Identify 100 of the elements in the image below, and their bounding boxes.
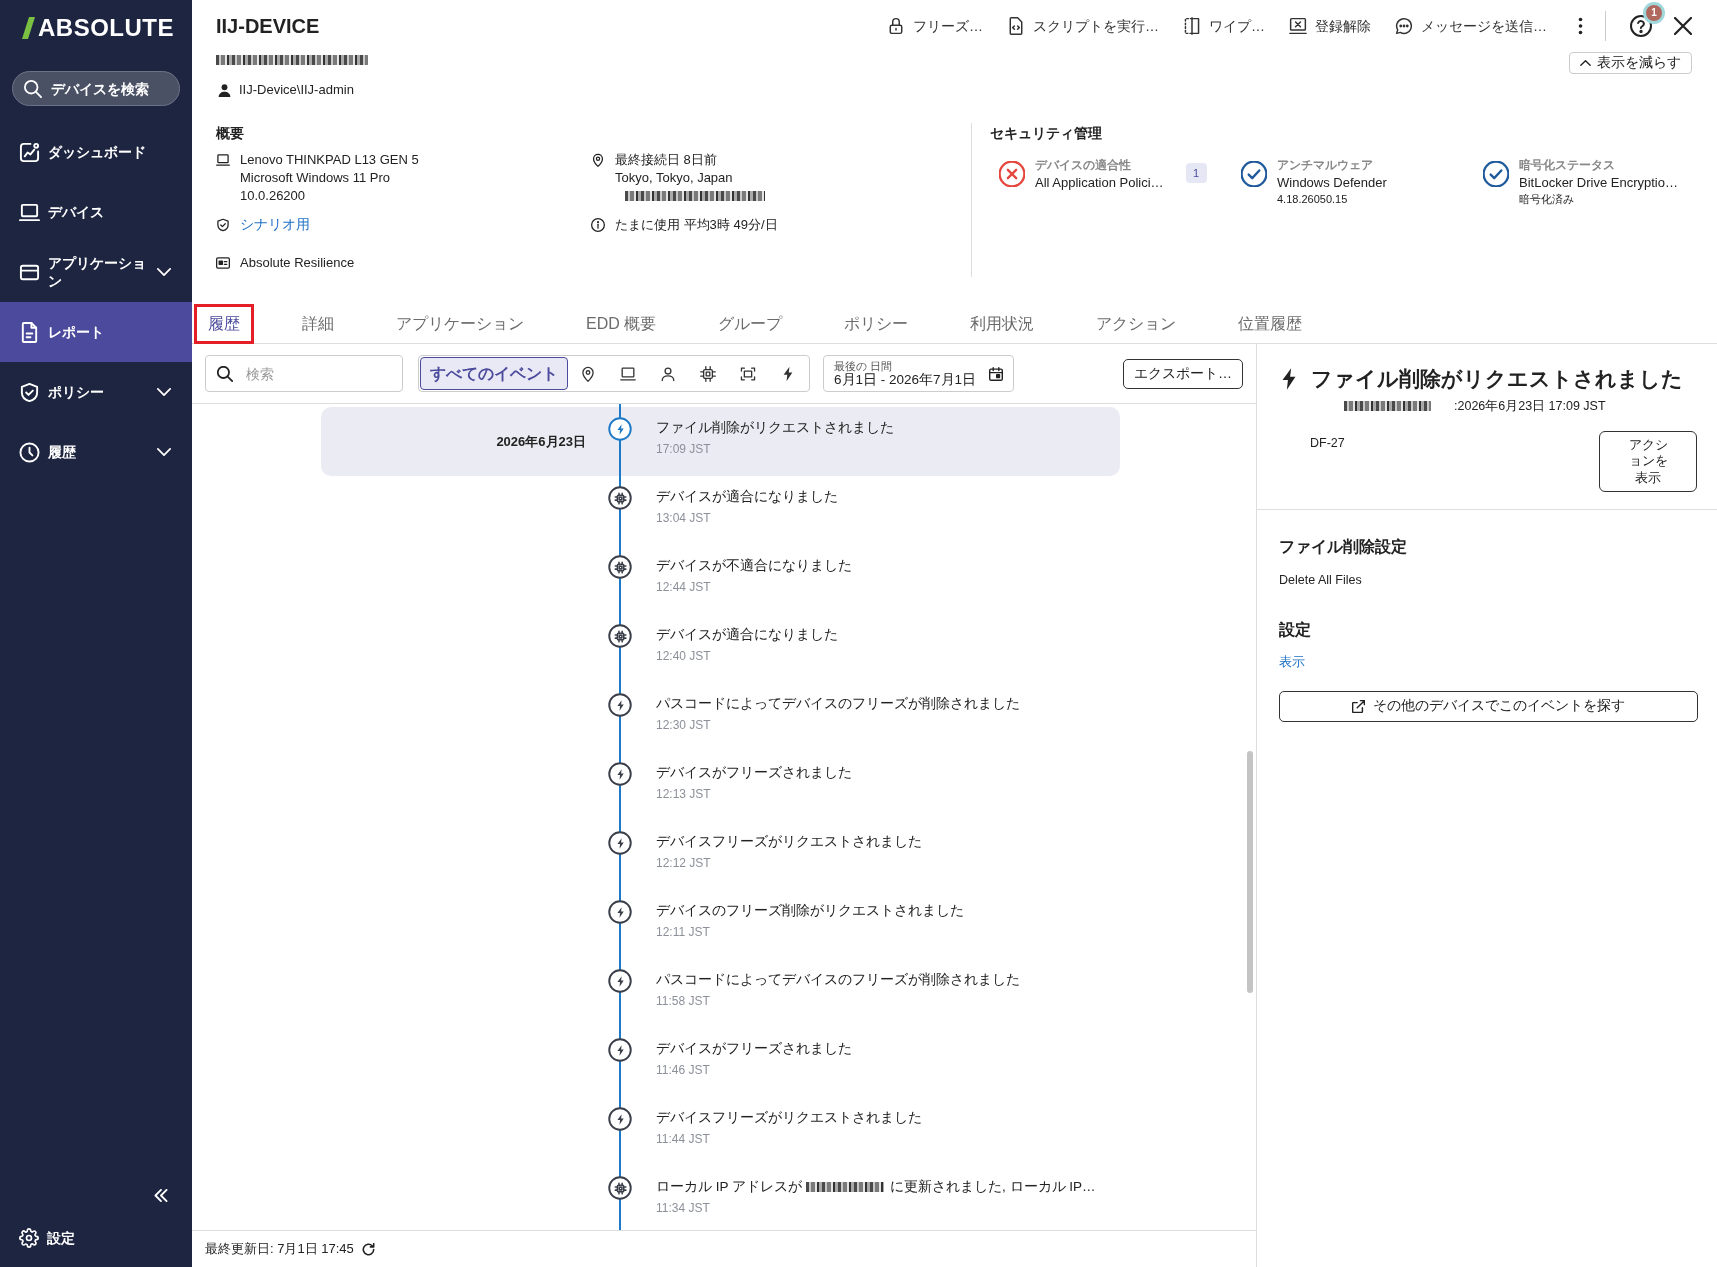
event-title: デバイスが適合になりました: [656, 488, 838, 506]
date-range-field[interactable]: 最後の 日間 6月1日 - 2026年7月1日: [823, 355, 1014, 392]
tab[interactable]: グループ: [704, 304, 797, 344]
close-icon: [1674, 17, 1692, 35]
sidebar-item[interactable]: ポリシー: [0, 362, 192, 422]
laptop-icon: [620, 365, 636, 382]
external-link-icon: [1352, 699, 1365, 713]
find-event-button[interactable]: その他のデバイスでこのイベントを探す: [1279, 690, 1698, 722]
search-icon: [217, 365, 233, 382]
event-detail-title: ファイル削除がリクエストされました: [1311, 366, 1683, 392]
action-button[interactable]: フリーズ…: [887, 15, 983, 37]
refresh-button[interactable]: [361, 1242, 375, 1256]
location-pin-icon: [591, 153, 605, 167]
view-action-button[interactable]: アクションを表示: [1599, 431, 1697, 492]
event-title: ローカル IP アドレスが: [656, 1178, 802, 1196]
tab[interactable]: ポリシー: [830, 304, 923, 344]
location-text: Tokyo, Tokyo, Japan: [615, 169, 734, 187]
timeline-event[interactable]: パスコードによってデバイスのフリーズが削除されました 11:58 JST: [321, 959, 1120, 1028]
device-search-field[interactable]: デバイスを検索: [12, 71, 180, 106]
scrollbar-thumb[interactable]: [1247, 751, 1253, 993]
lock-icon: [887, 17, 905, 35]
chevron-down-icon: [157, 268, 171, 276]
tab[interactable]: 詳細: [288, 304, 348, 344]
lightning-icon: [1282, 367, 1296, 391]
event-time: 12:40 JST: [656, 648, 712, 665]
device-info-text: 10.0.26200: [240, 187, 307, 205]
event-time: 13:04 JST: [656, 510, 712, 527]
timeline-event[interactable]: デバイスが適合になりました 12:40 JST: [321, 614, 1120, 683]
timeline-event[interactable]: デバイスフリーズがリクエストされました 12:12 JST: [321, 821, 1120, 890]
timeline-event[interactable]: デバイスがフリーズされました 11:46 JST: [321, 1028, 1120, 1097]
filter-button[interactable]: すべてのイベント: [420, 357, 568, 390]
device-title: IIJ-DEVICE: [216, 14, 320, 39]
chart-icon: [19, 141, 40, 163]
collapse-sidebar-icon[interactable]: [154, 1188, 168, 1202]
tab[interactable]: EDD 概要: [572, 304, 671, 344]
tab[interactable]: 利用状況: [956, 304, 1049, 344]
event-title: に更新されました, ローカル IP…: [890, 1178, 1096, 1196]
event-time: 12:44 JST: [656, 579, 712, 596]
x-box-icon: [1289, 17, 1307, 35]
sidebar-item[interactable]: 履歴: [0, 422, 192, 482]
timeline-event[interactable]: パスコードによってデバイスのフリーズが削除されました 12:30 JST: [321, 683, 1120, 752]
tab[interactable]: 履歴: [194, 304, 254, 344]
more-button[interactable]: [1578, 17, 1583, 35]
settings-link[interactable]: 設定: [0, 1213, 192, 1263]
action-button[interactable]: 登録解除: [1289, 15, 1371, 37]
event-time: 11:46 JST: [656, 1062, 711, 1079]
document-icon: [19, 321, 40, 343]
event-time: 17:09 JST: [656, 441, 712, 458]
event-title: デバイスが適合になりました: [656, 626, 838, 644]
timeline-event[interactable]: デバイスフリーズがリクエストされました 11:44 JST: [321, 1097, 1120, 1166]
security-value: All Application Polici…: [1035, 174, 1164, 192]
usage-text: たまに使用 平均3時 49分/日: [615, 216, 778, 234]
sidebar-item[interactable]: レポート: [0, 302, 192, 362]
timeline-event[interactable]: デバイスが不適合になりました 12:44 JST: [321, 545, 1120, 614]
show-less-button[interactable]: 表示を減らす: [1569, 52, 1692, 74]
laptop-icon: [19, 201, 40, 223]
dashed-frame-icon: [1183, 17, 1201, 35]
event-time: 12:11 JST: [656, 924, 711, 941]
search-field[interactable]: 検索: [205, 355, 403, 392]
chat-bubble-icon: [1395, 17, 1413, 35]
security-label: アンチマルウェア: [1277, 157, 1374, 173]
license-text: Absolute Resilience: [240, 254, 355, 272]
sidebar-item[interactable]: アプリケーション: [0, 242, 192, 302]
sidebar-item[interactable]: デバイス: [0, 182, 192, 242]
sidebar-item[interactable]: ダッシュボード: [0, 122, 192, 182]
help-button[interactable]: [1630, 15, 1652, 37]
timeline-event[interactable]: ローカル IP アドレスが に更新されました, ローカル IP… 11:34 JST: [321, 1166, 1120, 1230]
security-detail: 暗号化済み: [1519, 192, 1575, 207]
show-link[interactable]: 表示: [1279, 654, 1305, 669]
security-detail: 4.18.26050.15: [1277, 192, 1349, 207]
tab[interactable]: アクション: [1082, 304, 1191, 344]
code-file-icon: [1007, 17, 1025, 35]
event-title: パスコードによってデバイスのフリーズが削除されました: [656, 695, 1020, 713]
timeline-event[interactable]: デバイスがフリーズされました 12:13 JST: [321, 752, 1120, 821]
section-heading: 概要: [216, 125, 245, 143]
event-time: 11:58 JST: [656, 993, 711, 1010]
event-title: デバイスがフリーズされました: [656, 764, 852, 782]
security-value: BitLocker Drive Encryptio…: [1519, 174, 1678, 192]
policy-link[interactable]: シナリオ用: [240, 216, 310, 234]
action-button[interactable]: ワイプ…: [1183, 15, 1265, 37]
event-title: パスコードによってデバイスのフリーズが削除されました: [656, 971, 1020, 989]
date-range-value: 6月1日 - 2026年7月1日: [834, 371, 977, 388]
location-pin-icon: [580, 365, 596, 382]
event-title: デバイスのフリーズ削除がリクエストされました: [656, 902, 964, 920]
event-time: 11:44 JST: [656, 1131, 711, 1148]
action-button[interactable]: スクリプトを実行…: [1007, 15, 1159, 37]
timeline-event[interactable]: 2026年6月23日 ファイル削除がリクエストされました 17:09 JST: [321, 407, 1120, 476]
tab[interactable]: アプリケーション: [382, 304, 538, 344]
refresh-icon: [361, 1242, 375, 1256]
action-button[interactable]: メッセージを送信…: [1395, 15, 1547, 37]
event-time: 12:12 JST: [656, 855, 712, 872]
security-value: Windows Defender: [1277, 174, 1387, 192]
timeline-event[interactable]: デバイスのフリーズ削除がリクエストされました 12:11 JST: [321, 890, 1120, 959]
close-button[interactable]: [1674, 17, 1692, 35]
export-button[interactable]: エクスポート…: [1123, 358, 1243, 389]
id-card-icon: [216, 256, 230, 270]
timeline-event[interactable]: デバイスが適合になりました 13:04 JST: [321, 476, 1120, 545]
info-icon: [591, 218, 605, 232]
event-time: 12:13 JST: [656, 786, 712, 803]
tab[interactable]: 位置履歴: [1224, 304, 1317, 344]
